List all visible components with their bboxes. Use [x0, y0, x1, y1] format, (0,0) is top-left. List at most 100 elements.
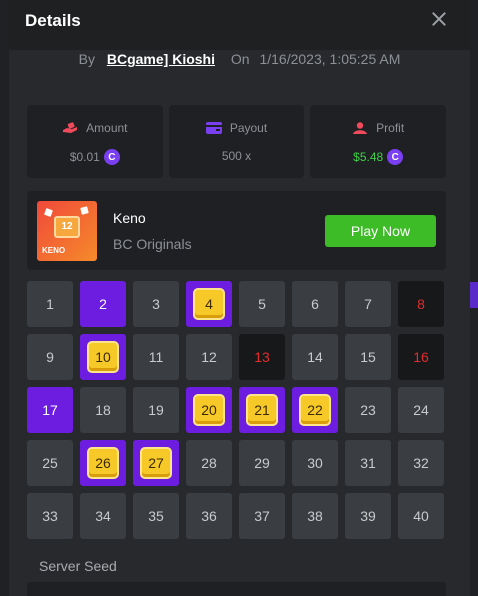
amount-value: $0.01 [69, 150, 100, 164]
keno-number: 23 [360, 402, 376, 418]
keno-cell: 16 [398, 334, 444, 380]
keno-number: 15 [360, 349, 376, 365]
keno-cell: 40 [398, 493, 444, 539]
keno-cell: 29 [239, 440, 285, 486]
keno-cell: 35 [133, 493, 179, 539]
profit-value: $5.48 [353, 150, 384, 164]
keno-cell: 28 [186, 440, 232, 486]
keno-gem-number: 10 [87, 341, 119, 373]
keno-cell: 27 [133, 440, 179, 486]
keno-gem-number: 26 [87, 447, 119, 479]
keno-cell: 18 [80, 387, 126, 433]
keno-number: 14 [307, 349, 323, 365]
keno-number: 34 [95, 508, 111, 524]
keno-number: 28 [201, 455, 217, 471]
keno-cell: 22 [292, 387, 338, 433]
server-seed-label: Server Seed [39, 558, 117, 574]
keno-cell: 24 [398, 387, 444, 433]
close-icon[interactable] [430, 10, 448, 28]
keno-number: 13 [254, 349, 270, 365]
bet-stats: Amount $0.01 C Payout 500 x Profit $5.48… [27, 105, 447, 178]
keno-cell: 25 [27, 440, 73, 486]
keno-number: 33 [42, 508, 58, 524]
details-modal: Details By BCgame] Kioshi On 1/16/2023, … [9, 0, 470, 596]
keno-gem-number: 21 [246, 394, 278, 426]
keno-gem-number: 22 [299, 394, 331, 426]
keno-cell: 10 [80, 334, 126, 380]
server-seed-field[interactable] [27, 582, 446, 596]
keno-cell: 12 [186, 334, 232, 380]
keno-cell: 1 [27, 281, 73, 327]
keno-number: 25 [42, 455, 58, 471]
keno-cell: 26 [80, 440, 126, 486]
keno-number: 9 [46, 349, 54, 365]
payout-label: Payout [229, 121, 268, 135]
keno-number: 30 [307, 455, 323, 471]
keno-number: 36 [201, 508, 217, 524]
keno-number: 29 [254, 455, 270, 471]
keno-cell: 17 [27, 387, 73, 433]
thumb-decoration [44, 208, 53, 217]
keno-grid: 1 2 3 4 5 6 7 8 9 10 11 12 13 14 15 16 17 18 19 20 21 22 23 24 2… [27, 281, 446, 539]
keno-cell: 20 [186, 387, 232, 433]
game-name: Keno [113, 210, 146, 226]
keno-cell: 23 [345, 387, 391, 433]
keno-cell: 39 [345, 493, 391, 539]
keno-number: 6 [311, 296, 319, 312]
thumb-label: KENO [42, 246, 66, 255]
keno-number: 39 [360, 508, 376, 524]
keno-number: 11 [148, 349, 164, 365]
keno-cell: 8 [398, 281, 444, 327]
hand-coin-icon [63, 122, 78, 133]
bet-byline: By BCgame] Kioshi On 1/16/2023, 1:05:25 … [9, 51, 470, 67]
keno-cell: 5 [239, 281, 285, 327]
keno-number: 1 [46, 296, 54, 312]
keno-cell: 6 [292, 281, 338, 327]
keno-cell: 37 [239, 493, 285, 539]
keno-number: 16 [413, 349, 429, 365]
keno-number: 35 [148, 508, 164, 524]
keno-thumbnail[interactable]: 12 KENO [37, 201, 97, 261]
keno-number: 8 [417, 296, 425, 312]
modal-title: Details [25, 11, 81, 30]
user-profit-icon [353, 122, 368, 134]
keno-cell: 21 [239, 387, 285, 433]
bet-date: 1/16/2023, 1:05:25 AM [259, 51, 401, 67]
keno-number: 2 [99, 296, 107, 312]
modal-header: Details [9, 0, 470, 50]
player-name-link[interactable]: BCgame] Kioshi [107, 51, 215, 67]
keno-cell: 4 [186, 281, 232, 327]
keno-cell: 13 [239, 334, 285, 380]
thumb-chip: 12 [54, 216, 80, 238]
on-label: On [230, 51, 250, 67]
stat-profit: Profit $5.48 C [310, 105, 447, 178]
keno-cell: 3 [133, 281, 179, 327]
amount-label: Amount [86, 121, 128, 135]
keno-cell: 36 [186, 493, 232, 539]
keno-number: 32 [413, 455, 429, 471]
keno-cell: 30 [292, 440, 338, 486]
keno-cell: 15 [345, 334, 391, 380]
stat-payout: Payout 500 x [168, 105, 305, 178]
keno-cell: 38 [292, 493, 338, 539]
keno-cell: 9 [27, 334, 73, 380]
keno-number: 24 [413, 402, 429, 418]
keno-number: 12 [201, 349, 217, 365]
bc-coin-icon: C [387, 149, 404, 165]
keno-number: 3 [152, 296, 160, 312]
keno-cell: 33 [27, 493, 73, 539]
keno-number: 18 [95, 402, 111, 418]
keno-cell: 32 [398, 440, 444, 486]
profit-label: Profit [376, 121, 405, 135]
payout-value: 500 x [221, 149, 252, 163]
background-page-right [469, 0, 478, 596]
game-card: 12 KENO Keno BC Originals Play Now [27, 191, 446, 270]
keno-number: 31 [360, 455, 376, 471]
keno-number: 38 [307, 508, 323, 524]
keno-number: 19 [148, 402, 164, 418]
play-now-button[interactable]: Play Now [325, 215, 436, 247]
keno-cell: 19 [133, 387, 179, 433]
keno-cell: 14 [292, 334, 338, 380]
keno-number: 37 [254, 508, 270, 524]
keno-cell: 34 [80, 493, 126, 539]
